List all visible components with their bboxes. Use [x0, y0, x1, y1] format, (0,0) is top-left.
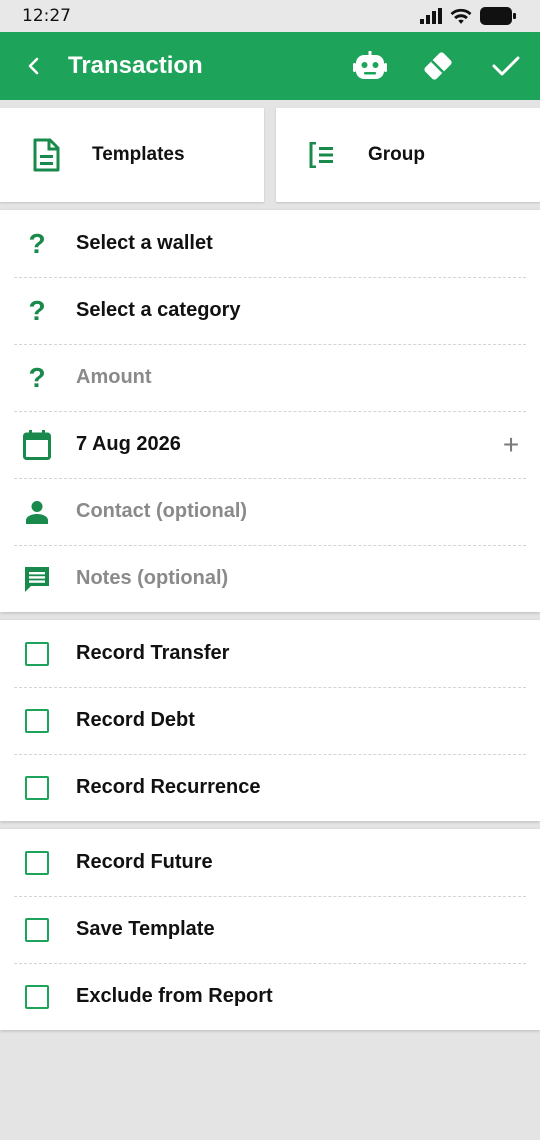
question-icon: ?	[28, 294, 46, 326]
calendar-icon	[23, 429, 51, 460]
document-icon	[33, 138, 60, 172]
person-icon	[26, 500, 48, 524]
eraser-icon	[424, 52, 452, 80]
category-field[interactable]: ? Select a category	[0, 277, 540, 344]
record-future-label: Record Future	[76, 851, 213, 873]
check-icon	[492, 56, 520, 76]
options-group-1: Record Transfer Record Debt Record Recur…	[0, 620, 540, 821]
record-transfer-option[interactable]: Record Transfer	[0, 620, 540, 687]
contact-field[interactable]: Contact (optional)	[0, 478, 540, 545]
robot-icon	[353, 51, 387, 79]
options-group-2: Record Future Save Template Exclude from…	[0, 829, 540, 1030]
category-label: Select a category	[76, 299, 241, 321]
date-field[interactable]: 7 Aug 2026 +	[0, 411, 540, 478]
templates-label: Templates	[92, 144, 185, 165]
record-future-checkbox[interactable]	[25, 850, 49, 875]
transaction-fields: ? Select a wallet ? Select a category ? …	[0, 210, 540, 612]
battery-icon	[480, 7, 516, 25]
wallet-field[interactable]: ? Select a wallet	[0, 210, 540, 277]
record-transfer-label: Record Transfer	[76, 642, 230, 664]
page-title: Transaction	[68, 52, 203, 79]
record-recurrence-checkbox[interactable]	[25, 775, 49, 800]
group-label: Group	[368, 144, 425, 165]
question-icon: ?	[28, 361, 46, 393]
date-value: 7 Aug 2026	[76, 433, 181, 455]
question-icon: ?	[28, 227, 46, 259]
save-template-checkbox[interactable]	[25, 917, 49, 942]
robot-button[interactable]	[336, 32, 404, 100]
record-transfer-checkbox[interactable]	[25, 641, 49, 666]
top-actions: Templates Group	[0, 100, 540, 210]
wallet-label: Select a wallet	[76, 232, 213, 254]
exclude-report-checkbox[interactable]	[25, 984, 49, 1009]
chevron-left-icon	[28, 57, 39, 75]
eraser-button[interactable]	[404, 32, 472, 100]
notes-placeholder: Notes (optional)	[76, 567, 229, 589]
status-icons	[420, 7, 516, 25]
app-bar: Transaction	[0, 32, 540, 100]
exclude-report-option[interactable]: Exclude from Report	[0, 963, 540, 1030]
group-button[interactable]: Group	[276, 108, 540, 202]
status-time: 12:27	[22, 6, 71, 26]
contact-placeholder: Contact (optional)	[76, 500, 248, 522]
record-recurrence-label: Record Recurrence	[76, 776, 261, 798]
comment-icon	[25, 566, 49, 592]
record-debt-label: Record Debt	[76, 709, 195, 731]
notes-field[interactable]: Notes (optional)	[0, 545, 540, 612]
templates-button[interactable]: Templates	[0, 108, 264, 202]
record-debt-checkbox[interactable]	[25, 708, 49, 733]
record-future-option[interactable]: Record Future	[0, 829, 540, 896]
back-button[interactable]	[0, 32, 68, 100]
exclude-report-label: Exclude from Report	[76, 985, 273, 1007]
record-recurrence-option[interactable]: Record Recurrence	[0, 754, 540, 821]
add-time-button[interactable]: +	[482, 429, 540, 461]
wifi-icon	[450, 8, 472, 24]
save-template-option[interactable]: Save Template	[0, 896, 540, 963]
amount-field[interactable]: ? Amount	[0, 344, 540, 411]
save-template-label: Save Template	[76, 918, 215, 940]
amount-placeholder: Amount	[76, 366, 152, 388]
save-button[interactable]	[472, 32, 540, 100]
status-bar: 12:27	[0, 0, 540, 32]
signal-icon	[420, 8, 442, 24]
group-list-icon	[309, 142, 333, 168]
record-debt-option[interactable]: Record Debt	[0, 687, 540, 754]
